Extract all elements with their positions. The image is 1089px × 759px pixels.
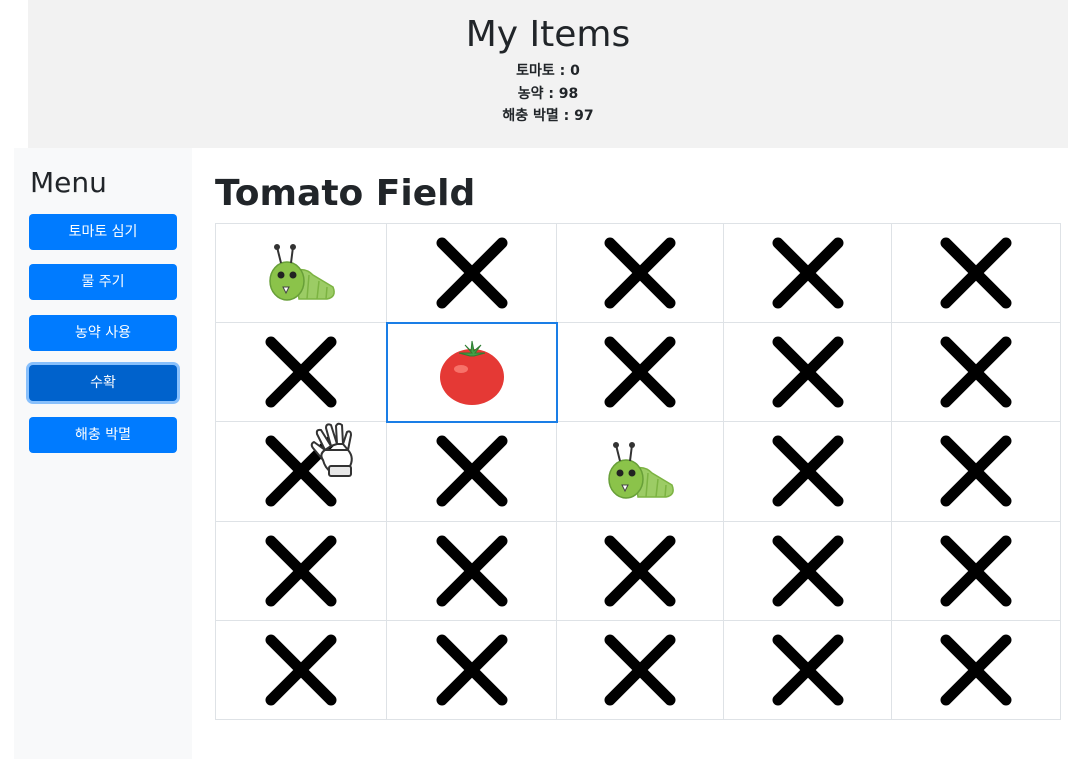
x-icon <box>772 435 843 507</box>
harvest-button[interactable]: 수확 <box>29 365 177 401</box>
field-cell[interactable] <box>215 322 387 423</box>
x-icon <box>940 535 1012 607</box>
x-icon <box>436 634 507 706</box>
bug-icon <box>608 442 674 500</box>
field-cell[interactable] <box>891 619 1061 721</box>
menu-title: Menu <box>30 166 107 199</box>
field-row <box>215 619 1061 721</box>
x-icon <box>940 336 1012 408</box>
x-icon <box>604 336 676 408</box>
tomato-count: 토마토 : 0 <box>516 63 580 79</box>
my-items-panel: My Items 토마토 : 0 농약 : 98 해충 박멸 : 97 <box>28 0 1068 148</box>
field-cell[interactable] <box>215 619 387 721</box>
field-cell[interactable] <box>891 322 1061 423</box>
field-cell[interactable] <box>215 222 387 324</box>
field-cell[interactable] <box>556 520 724 621</box>
x-icon <box>940 237 1012 309</box>
field-cell[interactable] <box>386 619 557 721</box>
x-icon <box>265 535 337 607</box>
x-icon <box>772 634 843 706</box>
x-icon <box>265 336 337 408</box>
use-pesticide-button[interactable]: 농약 사용 <box>29 315 177 351</box>
x-icon <box>265 634 337 706</box>
tomato-field-grid <box>215 222 1061 721</box>
field-cell[interactable] <box>556 619 724 721</box>
field-row <box>215 421 1061 522</box>
x-icon <box>604 237 676 309</box>
field-cell[interactable] <box>386 421 557 522</box>
x-icon <box>940 435 1012 507</box>
plant-tomato-button[interactable]: 토마토 심기 <box>29 214 177 250</box>
field-cell[interactable] <box>891 222 1061 324</box>
exterminate-pests-button[interactable]: 해충 박멸 <box>29 417 177 453</box>
pesticide-count: 농약 : 98 <box>517 85 579 102</box>
water-button[interactable]: 물 주기 <box>29 264 177 300</box>
field-cell[interactable] <box>723 322 892 423</box>
field-cell[interactable] <box>385 321 558 423</box>
field-row <box>215 222 1061 324</box>
sidebar: Menu 토마토 심기 물 주기 농약 사용 수확 해충 박멸 <box>14 148 192 759</box>
pest-control-count: 해충 박멸 : 97 <box>502 108 594 124</box>
x-icon <box>436 435 507 507</box>
x-icon <box>604 535 676 607</box>
x-icon <box>772 535 843 607</box>
field-row <box>215 321 1061 423</box>
field-cell[interactable] <box>891 421 1061 522</box>
field-title: Tomato Field <box>215 173 476 214</box>
x-icon <box>436 237 507 309</box>
field-cell[interactable] <box>723 222 892 324</box>
field-cell[interactable] <box>386 222 557 324</box>
my-items-title: My Items <box>465 14 631 55</box>
x-icon <box>265 435 337 507</box>
field-cell[interactable] <box>556 222 724 324</box>
x-icon <box>436 535 507 607</box>
field-cell[interactable] <box>215 520 387 621</box>
field-row <box>215 520 1061 621</box>
x-icon <box>940 634 1012 706</box>
field-cell[interactable] <box>891 520 1061 621</box>
x-icon <box>772 237 843 309</box>
field-cell[interactable] <box>556 322 724 423</box>
field-cell[interactable] <box>723 619 892 721</box>
tomato-icon <box>439 341 504 406</box>
field-cell[interactable] <box>723 520 892 621</box>
x-icon <box>772 336 843 408</box>
field-cell[interactable] <box>556 421 724 522</box>
field-cell[interactable] <box>723 421 892 522</box>
bug-icon <box>269 244 335 301</box>
field-cell[interactable] <box>215 421 387 522</box>
x-icon <box>604 634 676 706</box>
field-cell[interactable] <box>386 520 557 621</box>
